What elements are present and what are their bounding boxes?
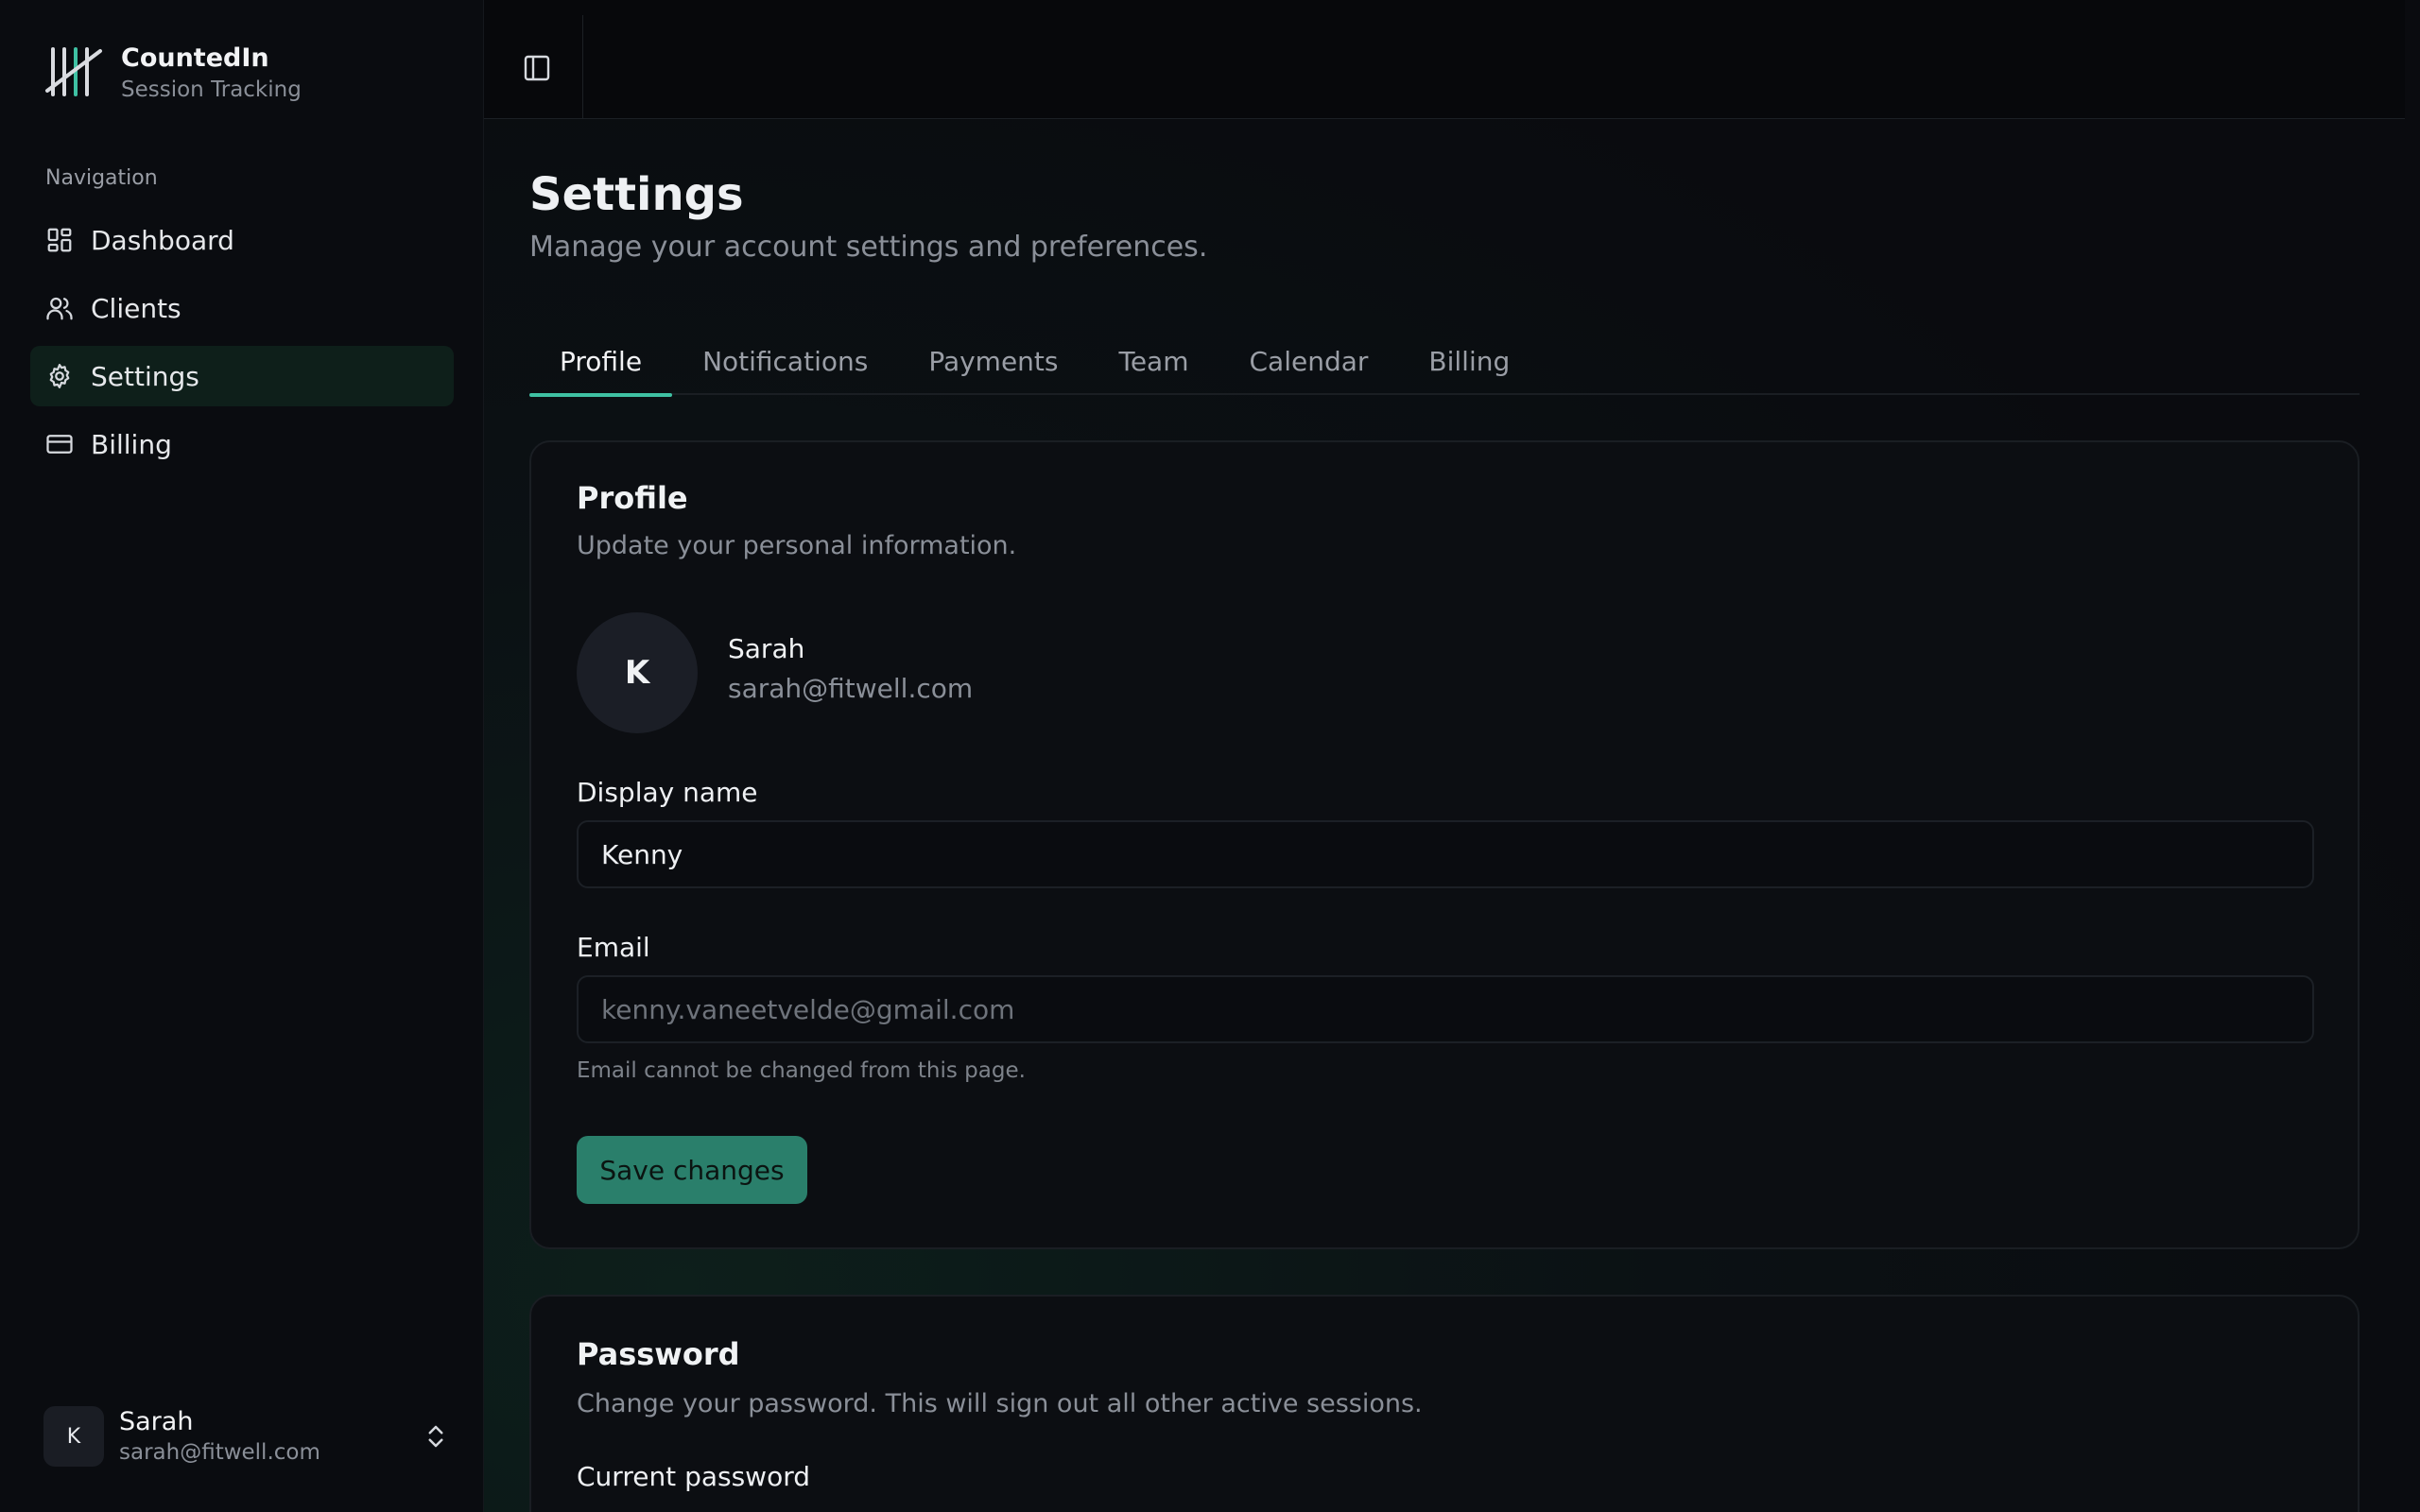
sidebar-item-clients[interactable]: Clients	[30, 278, 454, 338]
tally-logo-icon	[45, 47, 102, 96]
page-title: Settings	[529, 168, 744, 221]
sidebar-item-dashboard[interactable]: Dashboard	[30, 210, 454, 270]
nav-heading: Navigation	[45, 166, 158, 190]
profile-card-title: Profile	[577, 480, 688, 516]
sidebar-nav: Dashboard Clients Settings Billing	[30, 210, 454, 482]
tab-payments[interactable]: Payments	[898, 327, 1088, 395]
sidebar-toggle-icon[interactable]	[522, 53, 552, 83]
users-icon	[46, 297, 73, 320]
gear-icon	[49, 364, 70, 388]
brand-name: CountedIn	[121, 43, 269, 73]
current-password-label: Current password	[577, 1461, 810, 1492]
sidebar-item-label: Clients	[91, 292, 182, 324]
profile-name: Sarah	[728, 633, 805, 664]
tab-billing[interactable]: Billing	[1398, 327, 1540, 395]
email-label: Email	[577, 932, 650, 963]
avatar: K	[577, 612, 698, 733]
user-menu[interactable]: K Sarah sarah@fitwell.com	[43, 1404, 450, 1469]
credit-card-icon	[46, 435, 73, 454]
settings-tabs: Profile Notifications Payments Team Cale…	[529, 327, 2360, 397]
tab-profile[interactable]: Profile	[529, 327, 673, 397]
display-name-label: Display name	[577, 777, 758, 808]
password-card: Password Change your password. This will…	[529, 1295, 2360, 1512]
tab-notifications[interactable]: Notifications	[672, 327, 898, 395]
topbar	[484, 0, 2405, 119]
profile-card-description: Update your personal information.	[577, 531, 1017, 560]
topbar-divider	[582, 15, 583, 119]
profile-email: sarah@fitwell.com	[728, 673, 974, 704]
user-email: sarah@fitwell.com	[119, 1440, 320, 1465]
password-card-description: Change your password. This will sign out…	[577, 1389, 1423, 1418]
page-subtitle: Manage your account settings and prefere…	[529, 231, 1208, 264]
sidebar-item-settings[interactable]: Settings	[30, 346, 454, 406]
brand[interactable]: CountedIn Session Tracking	[43, 42, 302, 104]
email-field	[577, 975, 2314, 1043]
sidebar: CountedIn Session Tracking Navigation Da…	[0, 0, 484, 1512]
dashboard-icon	[47, 228, 72, 252]
profile-card: Profile Update your personal information…	[529, 440, 2360, 1249]
tab-team[interactable]: Team	[1088, 327, 1219, 395]
sidebar-item-billing[interactable]: Billing	[30, 414, 454, 474]
brand-subtitle: Session Tracking	[121, 77, 302, 102]
sidebar-item-label: Settings	[91, 360, 199, 392]
password-card-title: Password	[577, 1336, 740, 1372]
user-name: Sarah	[119, 1407, 194, 1436]
sidebar-item-label: Billing	[91, 428, 172, 460]
app: CountedIn Session Tracking Navigation Da…	[0, 0, 2420, 1512]
avatar: K	[43, 1406, 104, 1467]
tab-calendar[interactable]: Calendar	[1219, 327, 1399, 395]
save-changes-button[interactable]: Save changes	[577, 1136, 807, 1204]
display-name-field[interactable]	[577, 820, 2314, 888]
main-content: Settings Manage your account settings an…	[484, 0, 2420, 1512]
email-help-text: Email cannot be changed from this page.	[577, 1058, 1026, 1083]
chevrons-up-down-icon	[428, 1425, 443, 1448]
sidebar-item-label: Dashboard	[91, 224, 234, 256]
